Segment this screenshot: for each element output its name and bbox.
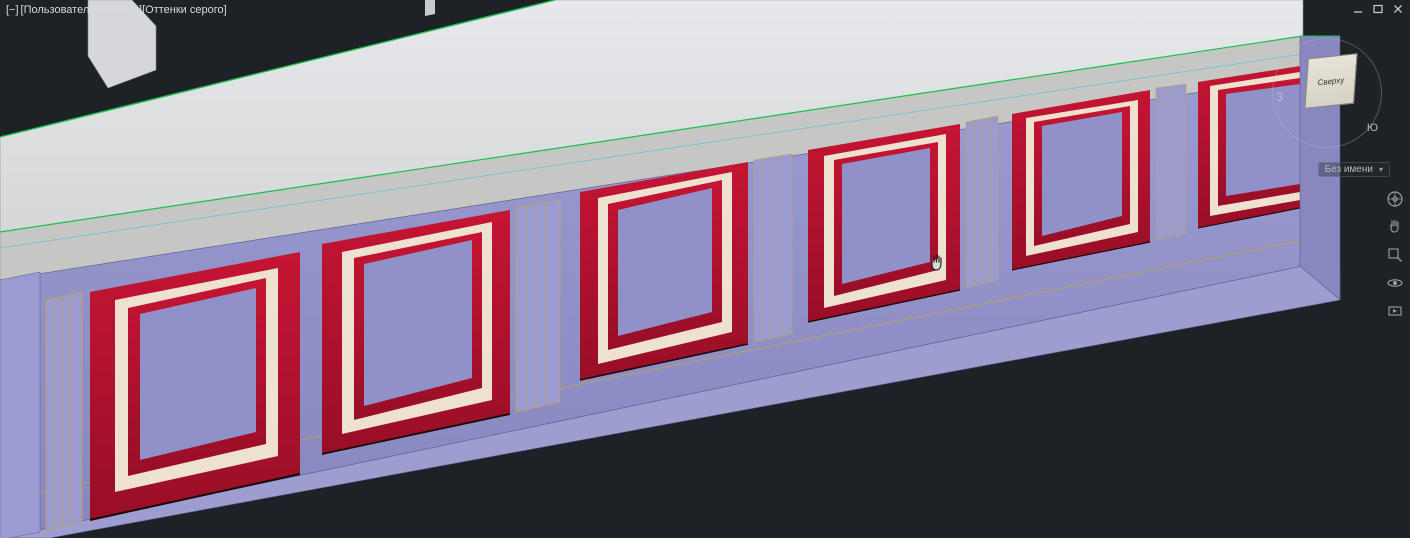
visual-style-selector[interactable]: Без имени ▾ (1318, 162, 1390, 177)
navigation-bar (1384, 188, 1406, 322)
viewcube-top-face[interactable]: Сверху (1304, 53, 1357, 109)
left-return (0, 272, 40, 538)
orbit-icon[interactable] (1384, 272, 1406, 294)
background-post-2 (425, 0, 435, 16)
panel-5 (1012, 90, 1150, 270)
pilaster-2 (516, 200, 560, 412)
viewport-view-control[interactable]: [Пользовательский вид] (21, 4, 143, 16)
chevron-down-icon: ▾ (1379, 165, 1383, 174)
viewport-close-button[interactable] (1390, 2, 1406, 16)
viewport-minimize-toggle[interactable]: [−] (4, 4, 21, 16)
visual-style-selector-label: Без имени (1325, 164, 1373, 175)
panel-3 (580, 162, 748, 380)
showmotion-icon[interactable] (1384, 300, 1406, 322)
pan-icon[interactable] (1384, 216, 1406, 238)
pilaster-3 (754, 154, 792, 342)
pilaster-4 (966, 116, 998, 288)
zoom-extents-icon[interactable] (1384, 244, 1406, 266)
panel-2 (322, 210, 510, 454)
viewport-window-controls (1350, 2, 1406, 16)
model-viewport[interactable] (0, 0, 1410, 538)
viewport-minimize-button[interactable] (1350, 2, 1366, 16)
viewport-controls: [−] [Пользовательский вид] [Оттенки серо… (4, 4, 227, 16)
pilaster-5 (1156, 84, 1186, 240)
viewport-maximize-button[interactable] (1370, 2, 1386, 16)
viewcube-south-label[interactable]: Ю (1367, 122, 1378, 134)
full-nav-wheel-icon[interactable] (1384, 188, 1406, 210)
viewcube-west-label[interactable]: З (1276, 90, 1283, 104)
viewport-visual-style[interactable]: [Оттенки серого] (142, 4, 227, 16)
view-cube[interactable]: Сверху З Ю (1272, 38, 1382, 148)
panel-4 (808, 124, 960, 322)
pilaster-1 (46, 292, 82, 530)
panel-1 (90, 252, 300, 520)
pan-cursor-icon (926, 252, 948, 274)
